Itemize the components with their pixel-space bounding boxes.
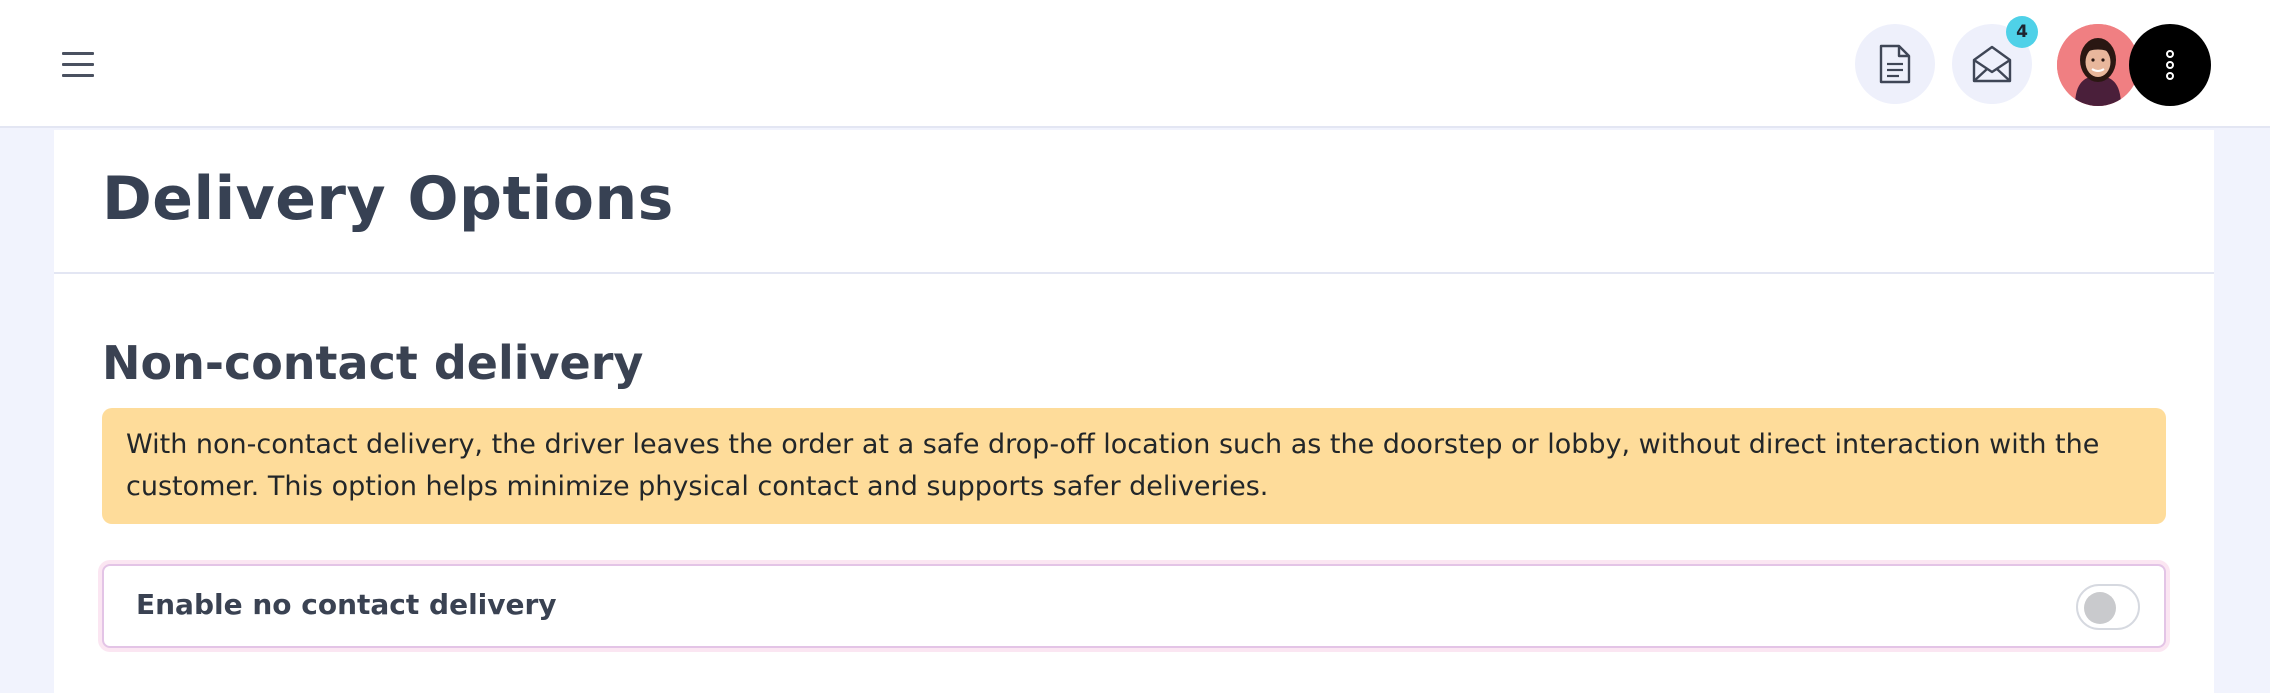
- messages-button[interactable]: 4: [1952, 16, 2038, 104]
- info-notice: With non-contact delivery, the driver le…: [102, 408, 2166, 524]
- delivery-options-panel: Delivery Options Non-contact delivery Wi…: [54, 130, 2214, 693]
- avatar[interactable]: [2057, 24, 2139, 106]
- documents-button[interactable]: [1855, 24, 1935, 104]
- envelope-open-icon: [1972, 45, 2012, 83]
- divider: [54, 272, 2214, 274]
- switch-knob: [2084, 592, 2116, 624]
- page-title: Delivery Options: [102, 164, 674, 234]
- more-options-button[interactable]: [2129, 24, 2211, 106]
- section-heading: Non-contact delivery: [102, 336, 644, 390]
- document-icon: [1879, 44, 1911, 84]
- hamburger-icon[interactable]: [62, 50, 94, 78]
- toggle-label: Enable no contact delivery: [136, 588, 557, 621]
- no-contact-delivery-toggle-row[interactable]: Enable no contact delivery: [102, 564, 2166, 648]
- no-contact-delivery-switch[interactable]: [2076, 584, 2140, 630]
- more-vertical-icon: [2166, 50, 2174, 80]
- notification-badge: 4: [2006, 16, 2038, 48]
- user-avatar-image: [2057, 24, 2139, 106]
- top-navbar: 4: [0, 0, 2270, 128]
